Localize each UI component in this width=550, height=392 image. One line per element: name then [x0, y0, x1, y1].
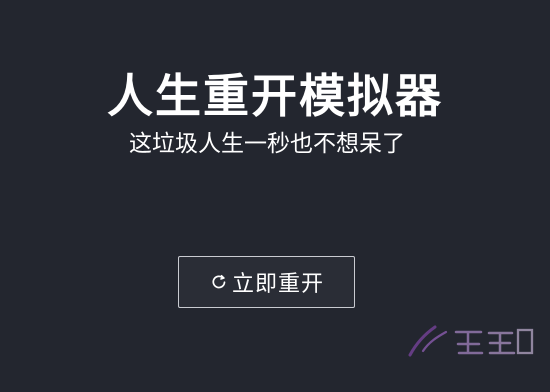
watermark-logo	[408, 325, 534, 357]
main-screen: 人生重开模拟器 这垃圾人生一秒也不想呆了 立即重开	[0, 0, 550, 392]
app-title: 人生重开模拟器	[107, 69, 443, 123]
restart-button-label: 立即重开	[231, 272, 324, 297]
refresh-icon	[209, 272, 229, 292]
restart-button[interactable]: 立即重开	[178, 256, 355, 308]
app-subtitle: 这垃圾人生一秒也不想呆了	[129, 131, 405, 157]
